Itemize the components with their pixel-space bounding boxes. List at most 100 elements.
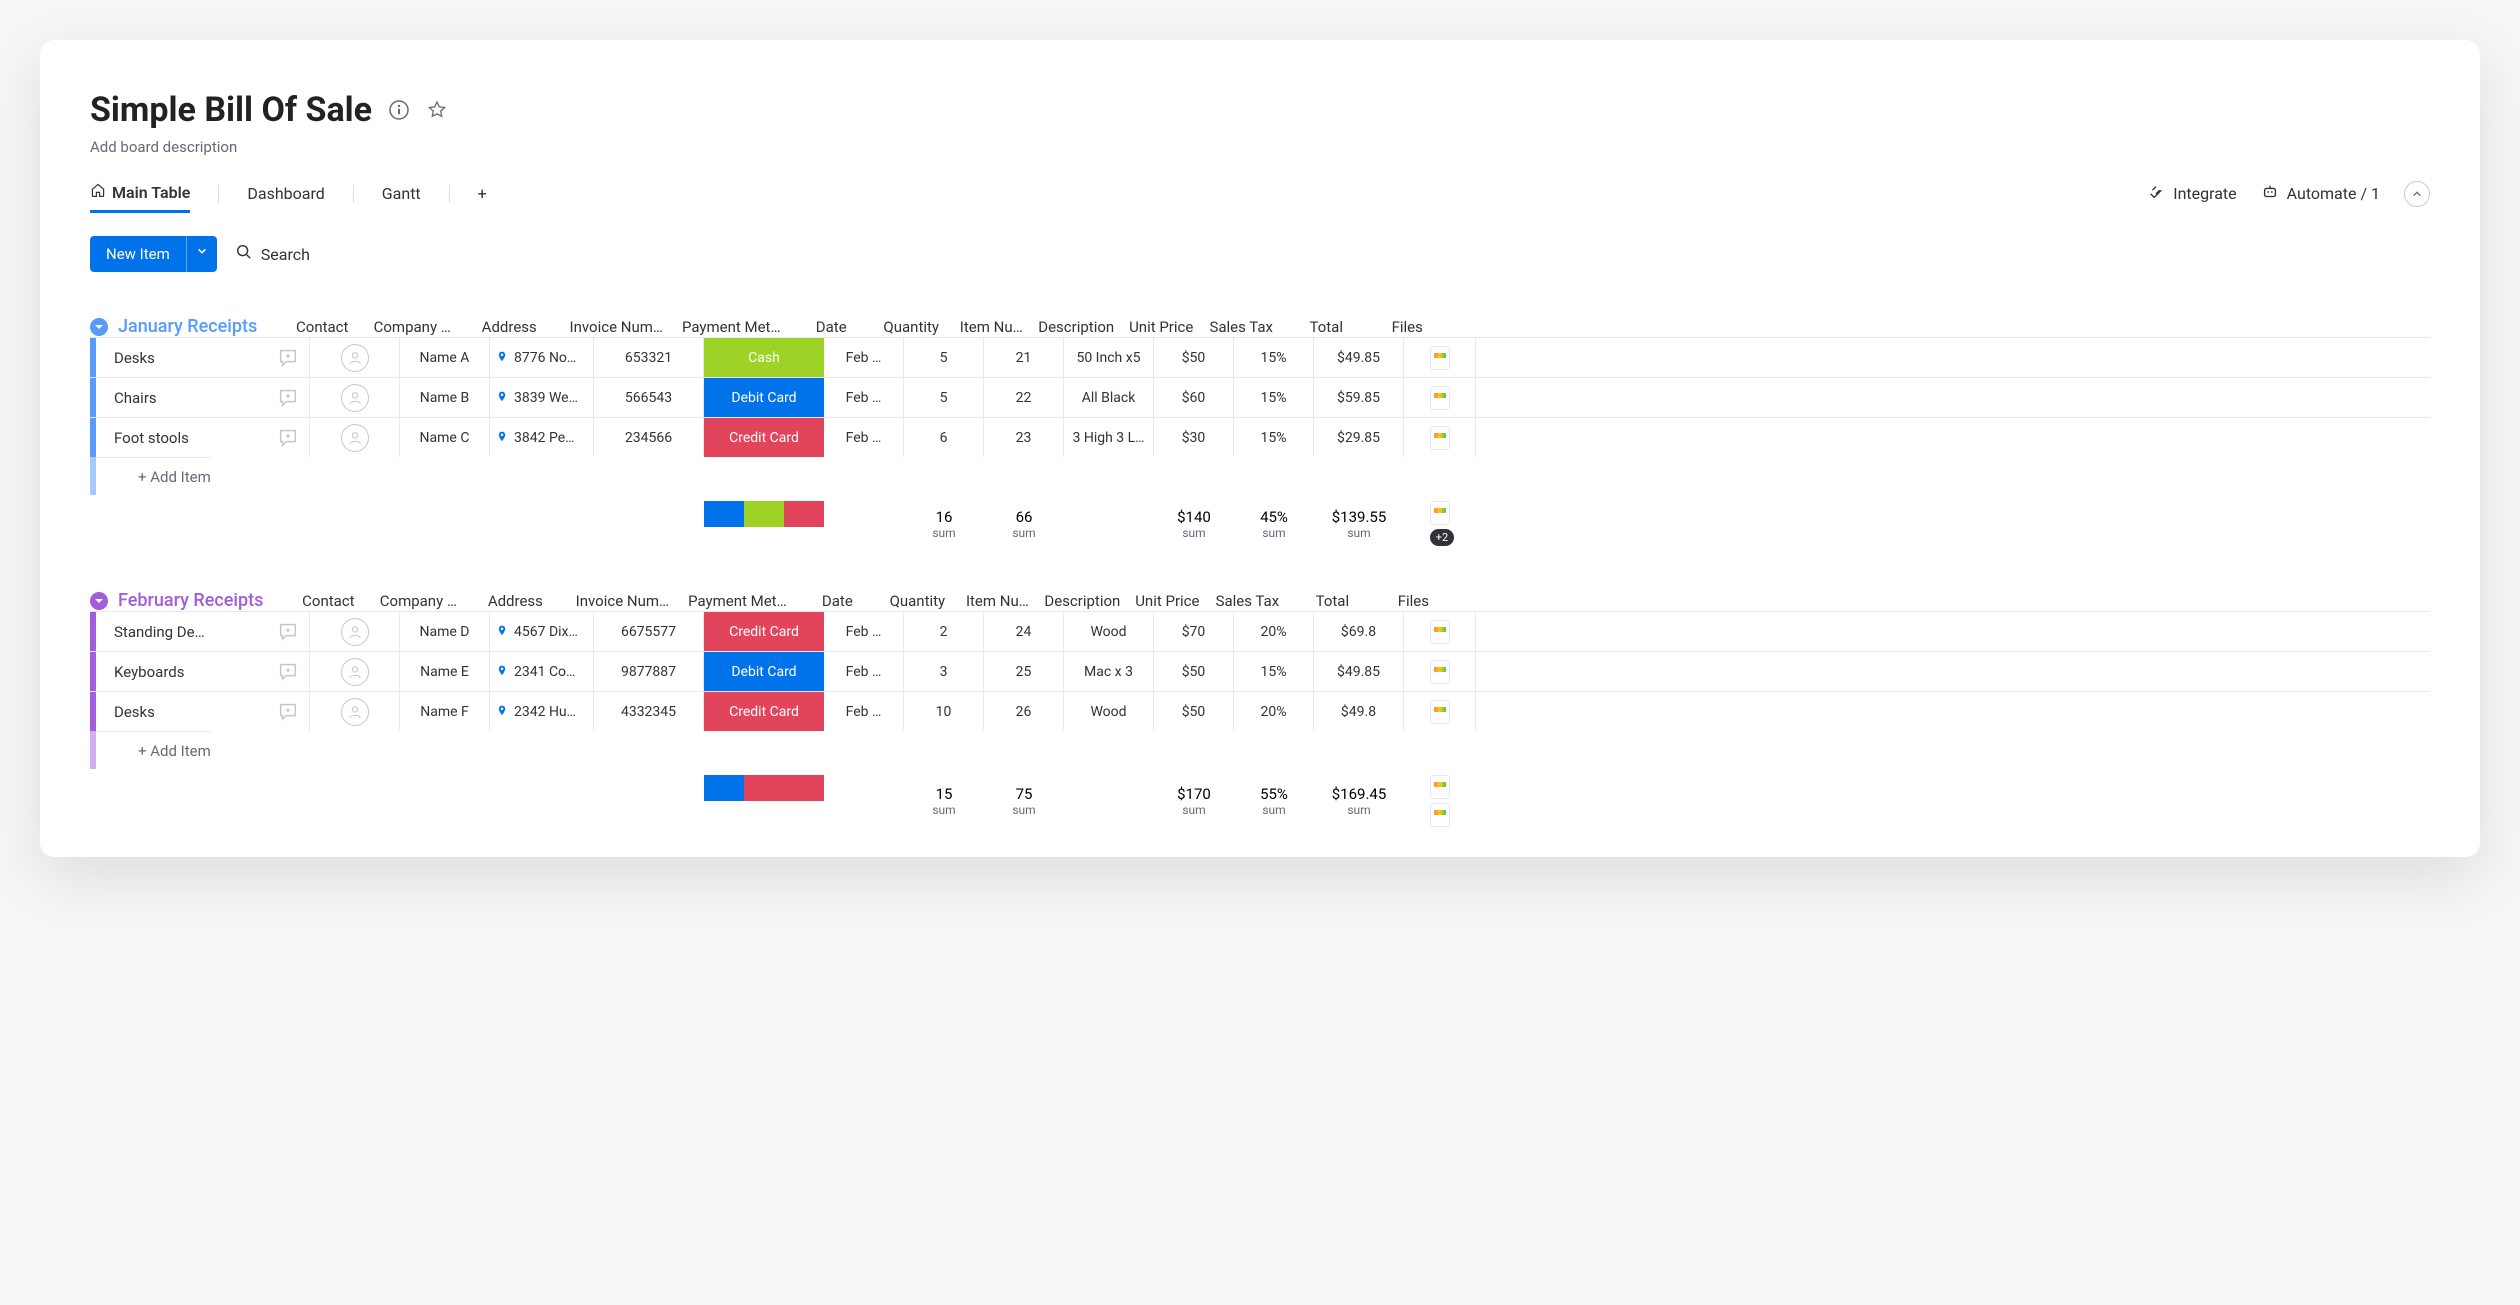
invoice-cell[interactable]: 653321 xyxy=(594,338,704,377)
column-contact[interactable]: Contact xyxy=(277,318,367,336)
files-cell[interactable] xyxy=(1404,338,1476,377)
column-company[interactable]: Company … xyxy=(367,318,457,336)
date-cell[interactable]: Feb … xyxy=(824,418,904,457)
contact-cell[interactable] xyxy=(310,652,400,691)
invoice-cell[interactable]: 9877887 xyxy=(594,652,704,691)
column-address[interactable]: Address xyxy=(457,318,561,336)
column-description[interactable]: Description xyxy=(1031,318,1121,336)
column-invoice-number[interactable]: Invoice Num… xyxy=(561,318,671,336)
tab-dashboard[interactable]: Dashboard xyxy=(247,176,324,211)
tab-gantt[interactable]: Gantt xyxy=(382,176,421,211)
item-number-cell[interactable]: 23 xyxy=(984,418,1064,457)
payment-cell[interactable]: Credit Card xyxy=(704,612,824,651)
item-name-cell[interactable]: Foot stools xyxy=(96,418,266,457)
total-cell[interactable]: $49.8 xyxy=(1314,692,1404,731)
total-cell[interactable]: $49.85 xyxy=(1314,338,1404,377)
group-name[interactable]: January Receipts xyxy=(118,316,277,337)
description-cell[interactable]: Wood xyxy=(1064,612,1154,651)
automate-button[interactable]: Automate / 1 xyxy=(2261,183,2380,205)
company-cell[interactable]: Name E xyxy=(400,652,490,691)
address-cell[interactable]: 8776 No… xyxy=(490,338,594,377)
column-sales-tax[interactable]: Sales Tax xyxy=(1201,318,1281,336)
integrate-button[interactable]: Integrate xyxy=(2147,183,2236,205)
group-collapse-toggle[interactable] xyxy=(90,592,108,610)
column-item-number[interactable]: Item Nu… xyxy=(957,592,1037,610)
contact-cell[interactable] xyxy=(310,692,400,731)
conversation-button[interactable] xyxy=(266,378,310,417)
column-total[interactable]: Total xyxy=(1287,592,1377,610)
total-cell[interactable]: $49.85 xyxy=(1314,652,1404,691)
total-cell[interactable]: $69.8 xyxy=(1314,612,1404,651)
info-icon[interactable] xyxy=(388,99,410,121)
files-cell[interactable] xyxy=(1404,378,1476,417)
item-number-cell[interactable]: 24 xyxy=(984,612,1064,651)
column-date[interactable]: Date xyxy=(791,318,871,336)
files-cell[interactable] xyxy=(1404,612,1476,651)
quantity-cell[interactable]: 10 xyxy=(904,692,984,731)
invoice-cell[interactable]: 6675577 xyxy=(594,612,704,651)
company-cell[interactable]: Name A xyxy=(400,338,490,377)
quantity-cell[interactable]: 5 xyxy=(904,338,984,377)
invoice-cell[interactable]: 234566 xyxy=(594,418,704,457)
invoice-cell[interactable]: 566543 xyxy=(594,378,704,417)
conversation-button[interactable] xyxy=(266,338,310,377)
board-description[interactable]: Add board description xyxy=(90,138,2430,156)
sum-files[interactable]: +2 xyxy=(1404,501,1476,546)
description-cell[interactable]: 50 Inch x5 xyxy=(1064,338,1154,377)
unit-price-cell[interactable]: $50 xyxy=(1154,338,1234,377)
quantity-cell[interactable]: 2 xyxy=(904,612,984,651)
files-cell[interactable] xyxy=(1404,692,1476,731)
table-row[interactable]: Keyboards Name E 2341 Co… 9877887 Debit … xyxy=(90,651,2430,691)
invoice-cell[interactable]: 4332345 xyxy=(594,692,704,731)
sales-tax-cell[interactable]: 20% xyxy=(1234,692,1314,731)
sum-files[interactable] xyxy=(1404,775,1476,827)
conversation-button[interactable] xyxy=(266,418,310,457)
column-quantity[interactable]: Quantity xyxy=(877,592,957,610)
add-item-button[interactable]: + Add Item xyxy=(96,731,211,769)
contact-cell[interactable] xyxy=(310,612,400,651)
unit-price-cell[interactable]: $70 xyxy=(1154,612,1234,651)
add-item-button[interactable]: + Add Item xyxy=(96,457,211,495)
address-cell[interactable]: 2342 Hu… xyxy=(490,692,594,731)
item-name-cell[interactable]: Chairs xyxy=(96,378,266,417)
table-row[interactable]: Desks Name F 2342 Hu… 4332345 Credit Car… xyxy=(90,691,2430,731)
address-cell[interactable]: 4567 Dix… xyxy=(490,612,594,651)
new-item-button[interactable]: New Item xyxy=(90,236,186,272)
date-cell[interactable]: Feb … xyxy=(824,378,904,417)
item-name-cell[interactable]: Desks xyxy=(96,692,266,731)
payment-distribution[interactable] xyxy=(704,775,824,801)
unit-price-cell[interactable]: $50 xyxy=(1154,652,1234,691)
sales-tax-cell[interactable]: 15% xyxy=(1234,378,1314,417)
date-cell[interactable]: Feb … xyxy=(824,612,904,651)
payment-cell[interactable]: Credit Card xyxy=(704,692,824,731)
total-cell[interactable]: $29.85 xyxy=(1314,418,1404,457)
collapse-header-button[interactable] xyxy=(2404,181,2430,207)
total-cell[interactable]: $59.85 xyxy=(1314,378,1404,417)
column-description[interactable]: Description xyxy=(1037,592,1127,610)
description-cell[interactable]: Wood xyxy=(1064,692,1154,731)
quantity-cell[interactable]: 6 xyxy=(904,418,984,457)
table-row[interactable]: Desks Name A 8776 No… 653321 Cash Feb … … xyxy=(90,337,2430,377)
column-total[interactable]: Total xyxy=(1281,318,1371,336)
contact-cell[interactable] xyxy=(310,418,400,457)
item-number-cell[interactable]: 25 xyxy=(984,652,1064,691)
files-cell[interactable] xyxy=(1404,418,1476,457)
tab-main-table[interactable]: Main Table xyxy=(90,174,190,213)
group-collapse-toggle[interactable] xyxy=(90,318,108,336)
item-name-cell[interactable]: Desks xyxy=(96,338,266,377)
column-invoice-number[interactable]: Invoice Num… xyxy=(567,592,677,610)
unit-price-cell[interactable]: $50 xyxy=(1154,692,1234,731)
payment-cell[interactable]: Debit Card xyxy=(704,378,824,417)
column-sales-tax[interactable]: Sales Tax xyxy=(1207,592,1287,610)
address-cell[interactable]: 3842 Pe… xyxy=(490,418,594,457)
sales-tax-cell[interactable]: 15% xyxy=(1234,652,1314,691)
description-cell[interactable]: All Black xyxy=(1064,378,1154,417)
star-icon[interactable] xyxy=(426,99,448,121)
payment-distribution[interactable] xyxy=(704,501,824,527)
column-payment-method[interactable]: Payment Met… xyxy=(677,592,797,610)
item-number-cell[interactable]: 22 xyxy=(984,378,1064,417)
item-number-cell[interactable]: 21 xyxy=(984,338,1064,377)
column-address[interactable]: Address xyxy=(463,592,567,610)
item-name-cell[interactable]: Standing De… xyxy=(96,612,266,651)
date-cell[interactable]: Feb … xyxy=(824,692,904,731)
